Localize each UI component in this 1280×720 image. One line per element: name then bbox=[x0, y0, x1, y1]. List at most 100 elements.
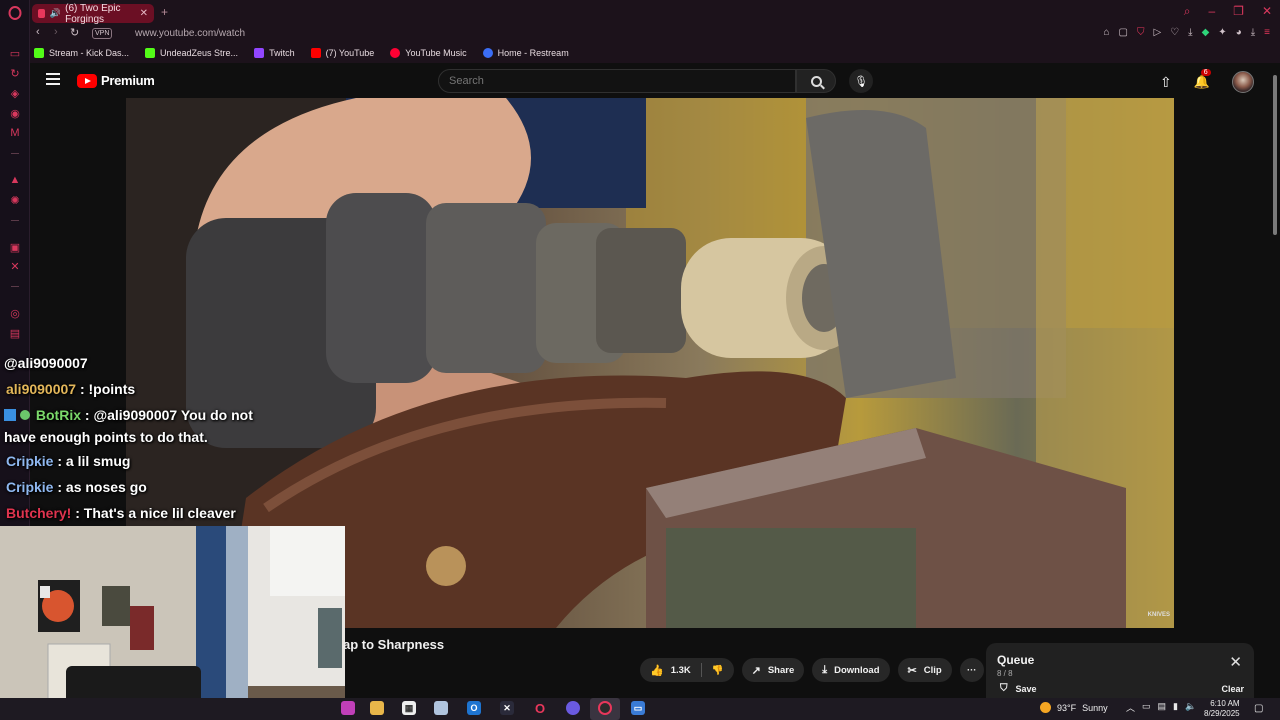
bookmarks-bar: Stream - Kick Das... UndeadZeus Stre... … bbox=[30, 43, 1280, 63]
x-app-icon[interactable]: ✕ bbox=[500, 701, 514, 715]
clock[interactable]: 6:10 AM 8/29/2025 bbox=[1204, 699, 1240, 719]
youtube-play-icon bbox=[77, 73, 97, 88]
maximize-icon[interactable]: ❐ bbox=[1233, 4, 1244, 19]
opera-taskbar-icon[interactable]: O bbox=[533, 701, 547, 716]
menu-icon[interactable]: ≡ bbox=[1264, 27, 1270, 38]
sidebar-settings-icon[interactable]: ✺ bbox=[8, 193, 22, 207]
tab-active[interactable]: 🔊 (6) Two Epic Forgings ✕ bbox=[32, 3, 154, 25]
sidebar-aria-icon[interactable]: ▲ bbox=[8, 173, 22, 187]
queue-count: 8 / 8 bbox=[997, 669, 1013, 678]
chat-username: ali9090007 bbox=[6, 381, 77, 397]
sidebar-gamepad-icon[interactable]: ◈ bbox=[8, 86, 22, 100]
chat-text: : !points bbox=[79, 381, 136, 397]
shield-icon[interactable]: ⛉ bbox=[1137, 27, 1145, 38]
share-button[interactable]: ↗ Share bbox=[741, 658, 805, 682]
monitor-icon[interactable]: ▭ bbox=[1142, 701, 1151, 714]
sidebar-chat-icon[interactable]: ▭ bbox=[8, 46, 22, 60]
dislike-button[interactable]: 👎 bbox=[702, 658, 734, 682]
play-icon[interactable]: ▷ bbox=[1154, 27, 1162, 38]
voice-search-button[interactable]: 🎙 bbox=[849, 69, 873, 93]
sidebar-discord-icon[interactable]: ◉ bbox=[8, 106, 22, 120]
chat-message: BotRix : @ali9090007 You do not have eno… bbox=[4, 402, 279, 448]
chat-message: Cripkie : a lil smug bbox=[4, 448, 279, 474]
upload-icon[interactable]: ⇧ bbox=[1160, 74, 1172, 91]
save-queue-button[interactable]: ⛉ Save bbox=[1000, 683, 1037, 694]
bookmark-item[interactable]: Stream - Kick Das... bbox=[34, 48, 129, 58]
store-icon[interactable]: ▦ bbox=[402, 701, 416, 715]
stream-chat-overlay: @ali9090007 ali9090007 : !points BotRix … bbox=[4, 350, 279, 526]
clear-queue-button[interactable]: Clear bbox=[1221, 684, 1244, 694]
weather-widget[interactable]: 93°F Sunny bbox=[1040, 702, 1108, 713]
sidebar-twitch-icon[interactable]: ▣ bbox=[8, 240, 22, 254]
downloads-icon[interactable]: ⤓ bbox=[1251, 27, 1255, 38]
snapshot-icon[interactable]: ▢ bbox=[1119, 27, 1128, 38]
bot-badge-icon bbox=[4, 409, 16, 421]
chat-message: Cripkie : as noses go bbox=[4, 474, 279, 500]
youtube-favicon-icon bbox=[38, 9, 45, 18]
more-actions-button[interactable]: ··· bbox=[959, 658, 984, 682]
camera-icon[interactable]: ⌂ bbox=[1104, 27, 1110, 38]
search-input[interactable] bbox=[438, 69, 796, 93]
bookmark-item[interactable]: Twitch bbox=[254, 48, 295, 58]
chat-mention: @ali9090007 bbox=[4, 355, 88, 371]
close-window-icon[interactable]: ✕ bbox=[1262, 4, 1272, 19]
close-tab-icon[interactable]: ✕ bbox=[140, 8, 148, 19]
chat-text: : That's a nice lil cleaver bbox=[75, 505, 236, 521]
like-button[interactable]: 👍 1.3K bbox=[640, 658, 701, 682]
speaker-icon[interactable]: 🔊 bbox=[50, 8, 61, 19]
discord-taskbar-icon[interactable] bbox=[566, 701, 580, 715]
mic-tray-icon[interactable]: ▮ bbox=[1173, 701, 1178, 714]
search-button[interactable] bbox=[796, 69, 836, 93]
clip-button[interactable]: ✂ Clip bbox=[897, 658, 952, 682]
opera-logo-icon[interactable] bbox=[8, 6, 22, 20]
sidebar-reload-icon[interactable]: ↻ bbox=[8, 66, 22, 80]
file-explorer-icon[interactable] bbox=[370, 701, 384, 715]
channel-watermark: KNIVES bbox=[1147, 612, 1170, 618]
bookmark-item[interactable]: Home - Restream bbox=[482, 48, 569, 58]
url-field[interactable]: www.youtube.com/watch bbox=[135, 28, 245, 39]
minimize-icon[interactable]: – bbox=[1208, 4, 1215, 19]
scrollbar-thumb[interactable] bbox=[1273, 75, 1277, 235]
cloud-app-icon[interactable] bbox=[434, 701, 448, 715]
window-controls: ⌕ – ❐ ✕ bbox=[1184, 4, 1272, 19]
chat-username: Cripkie bbox=[6, 479, 54, 495]
chevron-up-icon[interactable]: ︿ bbox=[1126, 701, 1135, 714]
vpn-badge[interactable]: VPN bbox=[92, 28, 113, 39]
search-tabs-icon[interactable]: ⌕ bbox=[1184, 4, 1191, 19]
avatar[interactable] bbox=[1231, 71, 1254, 93]
video-info: ap to Sharpness 👍 1.3K 👎 ↗ Share ⤓ Download… bbox=[343, 628, 985, 698]
profile-icon[interactable]: ◕ bbox=[1236, 27, 1242, 38]
sidebar-x-icon[interactable]: ✕ bbox=[8, 259, 22, 273]
bookmark-icon: ⛉ bbox=[1000, 683, 1008, 694]
volume-icon[interactable]: 🔈 bbox=[1185, 701, 1196, 714]
bookmark-item[interactable]: UndeadZeus Stre... bbox=[145, 48, 238, 58]
sidebar-wallet-icon[interactable]: ▤ bbox=[8, 326, 22, 340]
sidebar-divider bbox=[11, 286, 19, 287]
youtube-logo[interactable]: Premium bbox=[77, 73, 155, 88]
sidebar-player-icon[interactable]: ◎ bbox=[8, 306, 22, 320]
notifications-bell-icon[interactable]: 🔔 6 bbox=[1194, 69, 1211, 90]
bookmark-item[interactable]: (7) YouTube bbox=[310, 48, 374, 58]
heart-icon[interactable]: ♡ bbox=[1170, 27, 1179, 38]
outlook-icon[interactable]: O bbox=[467, 701, 481, 715]
extension-icon[interactable]: ◆ bbox=[1202, 27, 1210, 38]
hamburger-menu-icon[interactable] bbox=[46, 73, 60, 85]
download-button[interactable]: ⤓ Download bbox=[812, 658, 890, 682]
webcam-overlay bbox=[0, 526, 345, 720]
page-scrollbar[interactable] bbox=[1270, 63, 1280, 698]
notification-center-icon[interactable]: ▢ bbox=[1254, 703, 1263, 714]
forward-icon[interactable]: › bbox=[54, 26, 58, 38]
download-icon[interactable]: ⤓ bbox=[1188, 27, 1192, 38]
obs-taskbar-icon[interactable] bbox=[598, 701, 612, 715]
network-icon[interactable]: ▤ bbox=[1158, 701, 1167, 714]
new-tab-button[interactable]: + bbox=[161, 5, 168, 19]
queue-title: Queue bbox=[997, 653, 1035, 667]
close-queue-icon[interactable]: ✕ bbox=[1229, 653, 1242, 671]
back-icon[interactable]: ‹ bbox=[36, 26, 40, 38]
app-window-icon[interactable]: ▭ bbox=[631, 701, 645, 715]
puzzle-icon[interactable]: ✦ bbox=[1218, 27, 1226, 38]
sidebar-mail-icon[interactable]: M bbox=[8, 126, 22, 140]
app-icon[interactable] bbox=[341, 701, 355, 715]
bookmark-item[interactable]: YouTube Music bbox=[390, 48, 467, 58]
reload-icon[interactable]: ↻ bbox=[70, 26, 79, 39]
